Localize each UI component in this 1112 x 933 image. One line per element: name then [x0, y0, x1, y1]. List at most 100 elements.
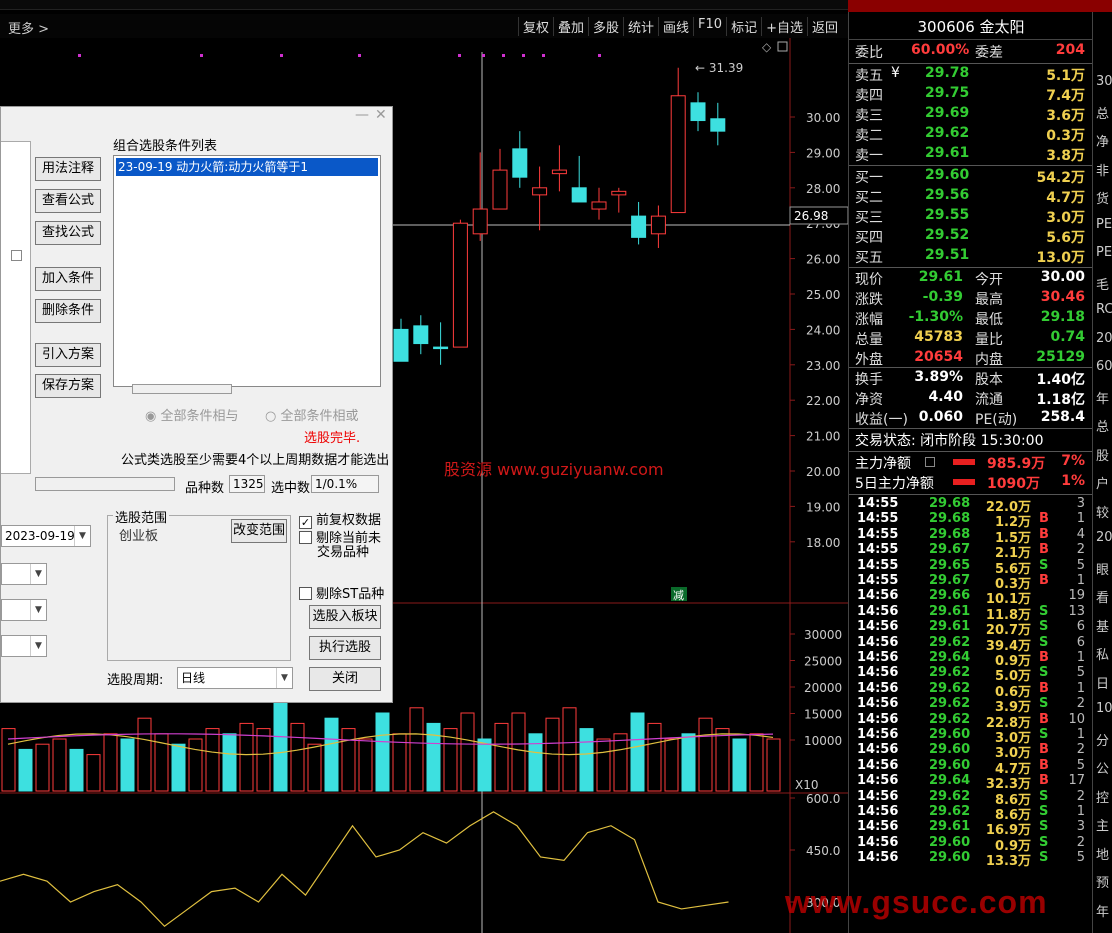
tick-time: 14:56 [857, 788, 899, 804]
close-button[interactable]: 关闭 [309, 667, 381, 691]
tick-price: 29.60 [929, 757, 971, 773]
stock-selection-dialog: — ✕ 用法注释 查看公式 查找公式 加入条件 删除条件 引入方案 保存方案 组… [0, 106, 393, 703]
order-book-row: 买二 29.56 4.7万 [849, 187, 1093, 207]
param-combo-1[interactable]: ▼ [1, 563, 47, 585]
chevron-down-icon[interactable]: ▼ [276, 668, 292, 688]
flow-bar [953, 479, 975, 485]
price-tick-label: 26.00 [806, 253, 840, 267]
tick-row: 14:56 29.60 0.9万 S 2 [849, 834, 1093, 854]
exclude-st-checkbox[interactable]: 剔除ST品种 [299, 583, 384, 602]
exclude-untraded-checkbox[interactable]: 剔除当前未 交易品种 [299, 531, 381, 560]
side-info-item: 毛 [1096, 277, 1110, 293]
candle-body [611, 190, 627, 196]
tick-side: S [1039, 727, 1049, 742]
condition-item[interactable]: 23-09-19 动力火箭:动力火箭等于1 [116, 158, 378, 176]
tick-count: 1 [1076, 573, 1085, 588]
order-book-row: 卖二 29.62 0.3万 [849, 125, 1093, 145]
volume-bar [188, 738, 203, 792]
toolbar-item[interactable]: 统计 [623, 17, 658, 36]
radio-or-label: 全部条件相或 [280, 409, 359, 424]
chevron-down-icon[interactable]: ▼ [74, 526, 90, 546]
date-combo[interactable]: 2023-09-19 ▼ [1, 525, 91, 547]
level-label: 卖四 [855, 88, 883, 104]
chevron-down-icon[interactable]: ▼ [30, 636, 46, 656]
status-message: 选股完毕. [304, 431, 361, 446]
top-menu-strip [0, 0, 848, 10]
volume-bar [732, 738, 747, 792]
tick-row: 14:55 29.67 2.1万 B 2 [849, 542, 1093, 561]
tick-time: 14:56 [857, 619, 899, 635]
tick-price: 29.61 [929, 819, 971, 835]
menu-icon[interactable] [925, 457, 935, 467]
tick-row: 14:56 29.61 20.7万 S 6 [849, 619, 1093, 638]
candle-body [710, 118, 726, 132]
view-formula-button[interactable]: 查看公式 [35, 189, 101, 213]
condition-list[interactable]: 23-09-19 动力火箭:动力火箭等于1 [113, 155, 381, 394]
weibi-value: 60.00% [911, 42, 970, 58]
tick-row: 14:55 29.68 1.2万 B 1 [849, 511, 1093, 530]
volume-bar [647, 722, 662, 792]
save-plan-button[interactable]: 保存方案 [35, 374, 101, 398]
toolbar-item[interactable]: F10 [693, 17, 726, 36]
stock-title[interactable]: 300606 金太阳 [849, 14, 1093, 40]
toolbar-item[interactable]: 画线 [658, 17, 693, 36]
tick-price: 29.67 [929, 573, 971, 588]
delete-condition-button[interactable]: 删除条件 [35, 299, 101, 323]
toolbar-item[interactable]: 叠加 [552, 17, 588, 36]
yuan-symbol: ¥ [891, 65, 900, 81]
run-selection-button[interactable]: 执行选股 [309, 636, 381, 660]
toolbar-item[interactable]: +自选 [761, 17, 807, 36]
formula-tree-pane[interactable] [1, 141, 31, 474]
radio-or[interactable]: ○ 全部条件相或 [265, 405, 359, 424]
tick-side: S [1039, 834, 1049, 850]
add-condition-button[interactable]: 加入条件 [35, 267, 101, 291]
prior-adjust-checkbox[interactable]: ✓ 前复权数据 [299, 509, 381, 529]
toolbar-item[interactable]: 多股 [587, 17, 623, 36]
divider [849, 494, 1093, 495]
horizontal-scrollbar[interactable] [132, 384, 232, 394]
count-value: 1325 [229, 475, 265, 493]
to-block-button[interactable]: 选股入板块 [309, 605, 381, 629]
side-info-item: 非 [1096, 163, 1110, 179]
price-tick-label: 25.00 [806, 288, 840, 302]
tick-side: S [1039, 696, 1049, 712]
close-icon[interactable]: ✕ [375, 107, 387, 123]
watermark-center: 股资源 www.guziyuanw.com [444, 460, 664, 479]
chart-toolbar: 更多 > 复权 叠加 多股 统计 画线 F10 标记 +自选 返回 [0, 14, 848, 38]
checkbox-icon[interactable] [11, 250, 22, 261]
chevron-down-icon[interactable]: ▼ [30, 564, 46, 584]
candle-body [690, 102, 706, 122]
param-combo-3[interactable]: ▼ [1, 635, 47, 657]
tick-row: 14:56 29.62 22.8万 B 10 [849, 712, 1093, 731]
period-combo[interactable]: 日线 ▼ [177, 667, 293, 689]
diamond-icon[interactable]: ◇ [762, 40, 772, 54]
find-formula-button[interactable]: 查找公式 [35, 221, 101, 245]
trade-status-row: 交易状态: 闭市阶段 15:30:00 [849, 430, 1093, 450]
selected-label: 选中数 [271, 481, 311, 496]
level-label: 买三 [855, 210, 883, 226]
stat-label: 收益(一) [855, 412, 908, 428]
toolbar-item[interactable]: 标记 [726, 17, 761, 36]
more-menu[interactable]: 更多 > [8, 18, 49, 37]
tick-price: 29.61 [929, 603, 971, 619]
explain-button[interactable]: 用法注释 [35, 157, 101, 181]
period-label: 选股周期: [107, 673, 164, 688]
volume-bar [256, 728, 271, 792]
toolbar-item[interactable]: 复权 [517, 17, 553, 36]
level-volume: 13.0万 [1036, 250, 1085, 266]
tick-side: S [1039, 788, 1049, 804]
tick-count: 3 [1076, 819, 1085, 835]
price-tick-label: 28.00 [806, 182, 840, 196]
import-plan-button[interactable]: 引入方案 [35, 343, 101, 367]
window-icon[interactable] [777, 41, 788, 52]
divider [849, 165, 1093, 166]
dialog-titlebar[interactable]: — ✕ [1, 107, 392, 129]
change-range-button[interactable]: 改变范围 [231, 519, 287, 543]
chevron-down-icon[interactable]: ▼ [30, 600, 46, 620]
radio-and[interactable]: ◉ 全部条件相与 [145, 405, 239, 424]
high-price-label: ← 31.39 [695, 61, 743, 75]
toolbar-item[interactable]: 返回 [806, 17, 842, 36]
minimize-icon[interactable]: — [355, 107, 369, 123]
tick-count: 2 [1076, 696, 1085, 712]
param-combo-2[interactable]: ▼ [1, 599, 47, 621]
